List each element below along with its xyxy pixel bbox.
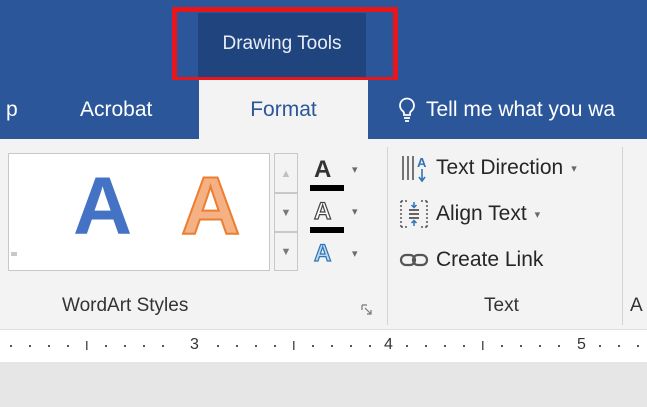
create-link-button[interactable]: Create Link [398, 243, 543, 277]
align-text-icon [398, 198, 430, 230]
text-outline-button[interactable]: A ▾ [310, 197, 372, 233]
gallery-scroll-up-button[interactable]: ▲ [274, 153, 298, 193]
link-icon [398, 244, 430, 276]
ruler-number: 5 [577, 336, 586, 353]
ruler-number: 4 [384, 336, 393, 353]
chevron-down-icon[interactable]: ▾ [352, 163, 358, 176]
chevron-down-icon[interactable]: ▾ [352, 205, 358, 218]
wordart-styles-group-label: WordArt Styles [62, 295, 189, 316]
text-fill-color-bar [310, 185, 344, 191]
gallery-scroll-down-button[interactable]: ▼ [274, 193, 298, 232]
gallery-more-button[interactable]: ▼ [274, 232, 298, 271]
wordart-sample-orange[interactable]: A [180, 165, 241, 249]
lightbulb-icon [398, 97, 416, 123]
tell-me-search[interactable]: Tell me what you wa [398, 80, 615, 139]
document-area[interactable] [0, 362, 647, 407]
wordart-sample-blue[interactable]: A [73, 166, 132, 248]
text-fill-button[interactable]: A ▾ [310, 155, 372, 191]
text-effects-button[interactable]: A ▾ [310, 239, 372, 275]
tab-help-partial[interactable]: p [6, 80, 18, 139]
text-outline-icon: A [313, 197, 332, 225]
text-direction-icon: A [398, 152, 430, 184]
ruler-ticks [10, 341, 639, 350]
tab-acrobat[interactable]: Acrobat [80, 80, 152, 139]
align-text-button[interactable]: Align Text ▾ [398, 197, 540, 231]
text-direction-button[interactable]: A Text Direction ▾ [398, 151, 577, 185]
svg-text:A: A [417, 155, 427, 170]
highlight-annotation-box [172, 7, 398, 82]
title-bar: Drawing Tools [0, 0, 647, 82]
ribbon-tab-row: p Acrobat Format Tell me what you wa [0, 80, 647, 139]
tab-format[interactable]: Format [199, 80, 368, 139]
tell-me-text: Tell me what you wa [426, 97, 616, 121]
gallery-scrollbar: ▲ ▼ ▼ [274, 153, 298, 271]
text-effects-icon: A [313, 239, 332, 267]
wordart-gallery[interactable]: A A [8, 153, 270, 271]
group-separator [387, 147, 388, 325]
text-outline-color-bar [310, 227, 344, 233]
ribbon-body: A A ▲ ▼ ▼ A ▾ A ▾ A ▾ A Text Direction ▾… [0, 139, 647, 329]
text-direction-label: Text Direction [436, 156, 564, 179]
align-text-label: Align Text [436, 202, 527, 225]
horizontal-ruler[interactable]: 3 4 5 [0, 329, 647, 362]
text-fill-icon: A [314, 156, 332, 183]
chevron-down-icon[interactable]: ▾ [352, 247, 358, 260]
chevron-down-icon: ▾ [534, 208, 541, 221]
gallery-item-edge [11, 252, 17, 256]
create-link-label: Create Link [436, 248, 544, 271]
ruler-number: 3 [190, 336, 199, 353]
chevron-down-icon: ▾ [571, 162, 577, 175]
group-separator [622, 147, 623, 325]
next-group-label-partial: A [630, 295, 643, 316]
dialog-launcher-icon[interactable] [361, 303, 373, 315]
text-group-label: Text [484, 295, 519, 316]
